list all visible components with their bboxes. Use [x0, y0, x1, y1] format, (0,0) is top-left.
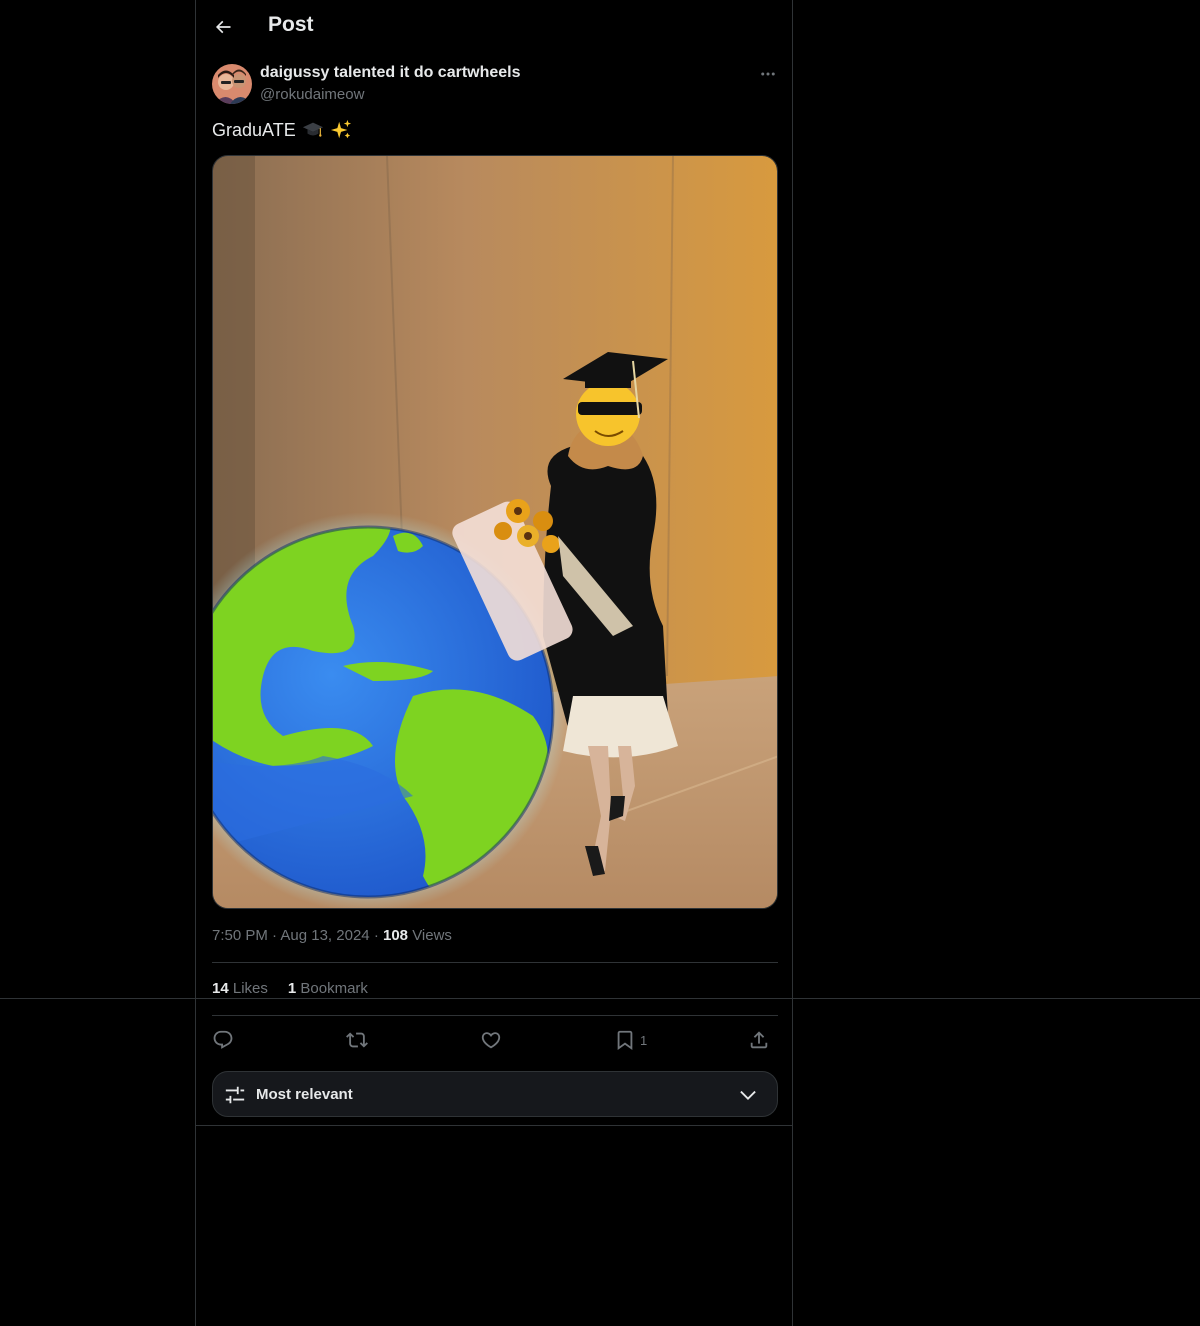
repost-icon: [346, 1032, 368, 1048]
back-button[interactable]: [206, 10, 240, 44]
chevron-down-icon: [740, 1090, 756, 1100]
page: Post daigussy talented it do cartwheels …: [0, 0, 1200, 1326]
bookmarks-stat[interactable]: 1 Bookmark: [288, 980, 368, 997]
heart-icon: [481, 1032, 501, 1049]
likes-stat[interactable]: 14 Likes: [212, 980, 268, 997]
divider: [212, 1015, 778, 1016]
author-name[interactable]: daigussy talented it do cartwheels: [260, 64, 521, 82]
post-meta: 7:50 PM · Aug 13, 2024 · 108 Views: [212, 927, 452, 944]
more-horizontal-icon: [761, 72, 775, 76]
post-time[interactable]: 7:50 PM: [212, 927, 268, 944]
graduation-cap-icon: [302, 119, 324, 141]
like-button[interactable]: [480, 1025, 502, 1055]
more-options-button[interactable]: [756, 62, 780, 86]
likes-label: Likes: [232, 980, 268, 997]
share-button[interactable]: [748, 1025, 770, 1055]
post-text-content: GraduATE: [212, 119, 296, 140]
reply-button[interactable]: [212, 1025, 234, 1055]
arrow-left-icon: [215, 20, 231, 34]
sliders-icon: [225, 1086, 245, 1104]
post-date[interactable]: Aug 13, 2024: [280, 927, 369, 944]
sort-label: Most relevant: [256, 1086, 353, 1103]
page-title: Post: [268, 13, 314, 36]
bookmarks-count: 1: [287, 980, 297, 997]
repost-button[interactable]: [346, 1025, 368, 1055]
divider: [212, 962, 778, 963]
avatar[interactable]: [212, 64, 252, 104]
action-bar: 1: [212, 1025, 778, 1055]
reply-icon: [213, 1030, 233, 1049]
views-label: Views: [412, 927, 452, 944]
share-icon: [750, 1031, 768, 1049]
meta-separator: ·: [272, 927, 278, 944]
top-bar: Post: [196, 0, 792, 54]
sparkles-icon: [330, 119, 352, 141]
post-text: GraduATE: [212, 119, 352, 141]
post-image[interactable]: [212, 155, 778, 909]
bookmark-button[interactable]: 1: [614, 1025, 647, 1055]
bookmarks-label: Bookmark: [300, 980, 368, 997]
views-count: 108: [382, 927, 409, 944]
author-handle[interactable]: @rokudaimeow: [260, 86, 364, 103]
replies-sort-dropdown[interactable]: Most relevant: [212, 1071, 778, 1117]
bookmark-count: 1: [640, 1032, 648, 1048]
bookmark-icon: [617, 1030, 633, 1051]
engagement-stats: 14 Likes 1 Bookmark: [212, 980, 368, 997]
likes-count: 14: [212, 980, 229, 997]
post-column: Post daigussy talented it do cartwheels …: [195, 0, 793, 1326]
divider: [196, 1125, 792, 1126]
meta-separator: ·: [373, 927, 379, 944]
